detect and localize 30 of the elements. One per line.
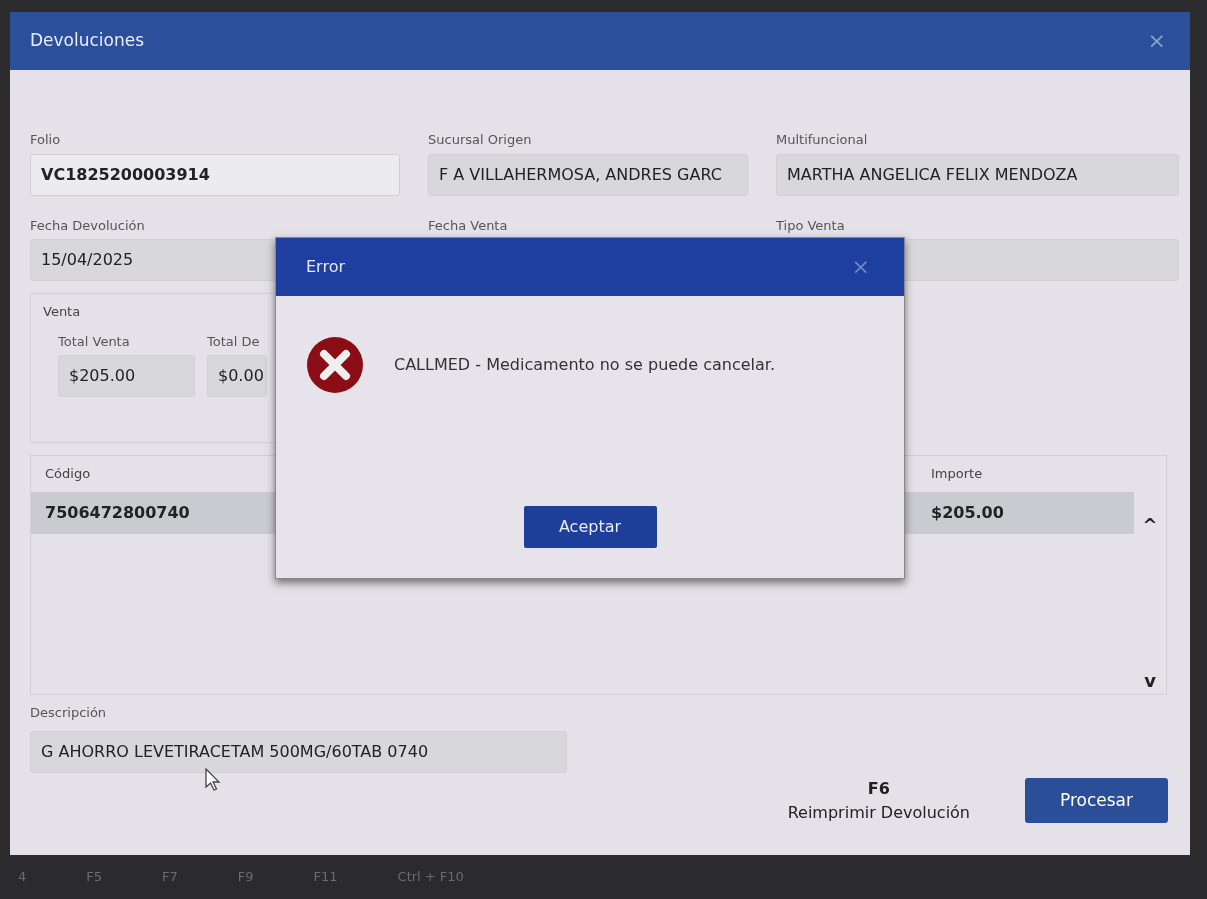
group-title: Venta — [43, 303, 82, 321]
input-field[interactable]: MARTHA ANGELICA FELIX MENDOZA — [776, 153, 1179, 196]
input-field[interactable]: G AHORRO LEVETIRACETAM 500MG/60TAB 0740 — [30, 730, 567, 773]
field-label: Sucursal Origen — [428, 131, 533, 149]
accept-button[interactable]: Aceptar — [523, 506, 657, 548]
field-label: Tipo Venta — [776, 216, 846, 235]
process-button[interactable]: Procesar — [1025, 778, 1168, 823]
field-label: Descripción — [30, 704, 108, 722]
input-field[interactable]: F A VILLAHERMOSA, ANDRES GARC — [428, 153, 748, 196]
table-cell-text: $205.00 — [930, 502, 1004, 524]
window-title: Devoluciones — [30, 29, 145, 53]
input-field[interactable]: VC1825200003914 — [30, 153, 400, 196]
dialog-title: Error — [306, 256, 345, 278]
error-message: CALLMED - Medicamento no se puede cancelar. — [394, 354, 776, 376]
input-field[interactable]: $0.00 — [207, 355, 267, 397]
column-header: Importe — [930, 465, 983, 484]
field-label: Fecha Venta — [428, 216, 509, 235]
scroll-up-button[interactable]: ^ — [1142, 516, 1158, 534]
field-label: Multifuncional — [776, 131, 869, 149]
column-header: Código — [44, 465, 92, 484]
mouse-pointer-icon — [205, 768, 221, 792]
table-cell-text: 7506472800740 — [44, 502, 191, 524]
field-label: Total Venta — [58, 332, 131, 351]
scroll-down-button[interactable]: v — [1144, 672, 1156, 690]
field-label: Folio — [30, 131, 62, 149]
field-label: Total De — [207, 332, 261, 351]
reprint-link[interactable]: F6 Reimprimir Devolución — [787, 776, 970, 825]
error-icon — [306, 336, 364, 394]
input-field[interactable]: $205.00 — [58, 355, 195, 397]
field-label: Fecha Devolución — [30, 216, 146, 235]
